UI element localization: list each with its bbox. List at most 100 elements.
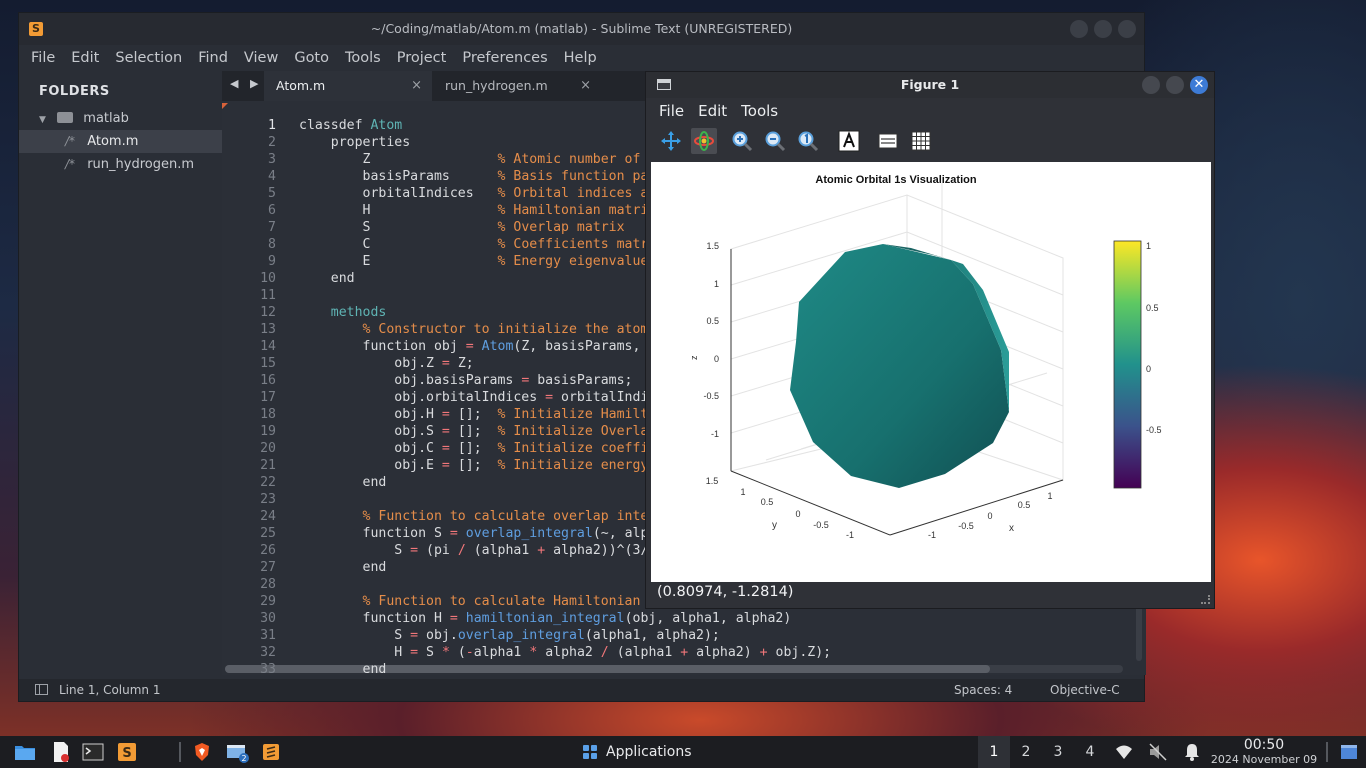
code-text[interactable]: classdef Atom: [299, 117, 402, 134]
code-text[interactable]: obj.C = []; % Initialize coeffici: [299, 440, 664, 457]
menu-edit[interactable]: Edit: [63, 50, 107, 66]
code-text[interactable]: obj.E = []; % Initialize energy e: [299, 457, 664, 474]
code-text[interactable]: % Function to calculate Hamiltonian in: [299, 593, 665, 610]
code-text[interactable]: function obj = Atom(Z, basisParams, or: [299, 338, 665, 355]
file-manager-icon[interactable]: [12, 741, 38, 763]
window-titlebar[interactable]: S ~/Coding/matlab/Atom.m (matlab) - Subl…: [19, 13, 1144, 45]
zoom-reset-icon[interactable]: [795, 128, 821, 154]
menu-preferences[interactable]: Preferences: [454, 50, 555, 66]
figure-titlebar[interactable]: Figure 1 ✕: [646, 72, 1214, 98]
plot-canvas[interactable]: Atomic Orbital 1s Visualization 1.5 1 0.…: [651, 162, 1211, 582]
minimize-button[interactable]: [1142, 76, 1160, 94]
code-text[interactable]: S = (pi / (alpha1 + alpha2))^(3/2): [299, 542, 664, 559]
code-text[interactable]: end: [299, 661, 387, 675]
code-text[interactable]: % Constructor to initialize the atom w: [299, 321, 665, 338]
menu-file[interactable]: File: [23, 50, 63, 66]
code-text[interactable]: C % Coefficients matrix: [299, 236, 665, 253]
terminal-icon[interactable]: [80, 741, 106, 763]
files-window-icon[interactable]: 2: [224, 741, 252, 763]
text-editor-icon[interactable]: [48, 741, 74, 763]
code-text[interactable]: Z % Atomic number of th: [299, 151, 665, 168]
code-text[interactable]: obj.orbitalIndices = orbitalIndice: [299, 389, 664, 406]
menu-goto[interactable]: Goto: [286, 50, 337, 66]
menu-project[interactable]: Project: [389, 50, 455, 66]
volume-muted-icon[interactable]: [1147, 741, 1169, 763]
tab-navigation-arrows[interactable]: ◀ ▶: [230, 77, 262, 90]
code-text[interactable]: properties: [299, 134, 410, 151]
figure-menu-tools[interactable]: Tools: [734, 102, 785, 120]
resize-grip[interactable]: [1201, 595, 1210, 604]
sublime-taskbar-icon[interactable]: S: [115, 741, 139, 763]
code-text[interactable]: basisParams % Basis function para: [299, 168, 665, 185]
tab-close-icon[interactable]: ×: [580, 71, 591, 101]
code-line[interactable]: 30 function H = hamiltonian_integral(obj…: [222, 610, 1122, 627]
code-line[interactable]: 33 end: [222, 661, 1122, 675]
code-text[interactable]: end: [299, 270, 355, 287]
minimize-button[interactable]: [1070, 20, 1088, 38]
line-number: 11: [260, 288, 276, 303]
code-text[interactable]: function S = overlap_integral(~, alpha: [299, 525, 665, 542]
clock[interactable]: 00:50 2024 November 09: [1208, 737, 1320, 767]
code-text[interactable]: obj.S = []; % Initialize Overlap: [299, 423, 656, 440]
folder-matlab[interactable]: ▼ matlab: [19, 107, 222, 130]
zoom-out-icon[interactable]: [762, 128, 788, 154]
menu-selection[interactable]: Selection: [107, 50, 190, 66]
svg-text:1: 1: [1047, 491, 1052, 501]
colorbar-ticks: 1 0.5 0 -0.5: [1146, 241, 1162, 435]
toggle-sidebar-icon[interactable]: [35, 684, 48, 695]
workspace-1[interactable]: 1: [978, 736, 1010, 768]
code-text[interactable]: end: [299, 474, 387, 491]
text-icon[interactable]: [836, 128, 862, 154]
code-text[interactable]: obj.basisParams = basisParams;: [299, 372, 632, 389]
brave-browser-icon[interactable]: [190, 741, 214, 763]
code-text[interactable]: function H = hamiltonian_integral(obj, a…: [299, 610, 792, 627]
notifications-bell-icon[interactable]: [1181, 741, 1203, 763]
code-text[interactable]: methods: [299, 304, 387, 321]
indentation-setting[interactable]: Spaces: 4: [954, 679, 1012, 701]
code-text[interactable]: end: [299, 559, 387, 576]
code-line[interactable]: 32 H = S * (-alpha1 * alpha2 / (alpha1 +…: [222, 644, 1122, 661]
grid-icon[interactable]: [908, 128, 934, 154]
tab-atom[interactable]: Atom.m ×: [264, 71, 432, 101]
code-text[interactable]: obj.H = []; % Initialize Hamilton: [299, 406, 664, 423]
maximize-button[interactable]: [1094, 20, 1112, 38]
zoom-in-icon[interactable]: [729, 128, 755, 154]
code-text[interactable]: H % Hamiltonian matrix: [299, 202, 657, 219]
colorbar-icon[interactable]: [875, 128, 901, 154]
menu-view[interactable]: View: [236, 50, 286, 66]
workspace-3[interactable]: 3: [1042, 736, 1074, 768]
code-text[interactable]: obj.Z = Z;: [299, 355, 473, 372]
colorbar[interactable]: [1113, 240, 1142, 489]
workspace-4[interactable]: 4: [1074, 736, 1106, 768]
close-button[interactable]: ✕: [1190, 76, 1208, 94]
tab-run-hydrogen[interactable]: run_hydrogen.m ×: [433, 71, 601, 101]
svg-text:0: 0: [795, 509, 800, 519]
line-number: 24: [260, 509, 276, 524]
sidebar-file-run-hydrogen[interactable]: /* run_hydrogen.m: [19, 153, 222, 176]
wifi-icon[interactable]: [1113, 741, 1135, 763]
code-text[interactable]: orbitalIndices % Orbital indices and: [299, 185, 665, 202]
code-text[interactable]: E % Energy eigenvalues: [299, 253, 657, 270]
close-button[interactable]: [1118, 20, 1136, 38]
tab-close-icon[interactable]: ×: [411, 71, 422, 101]
maximize-button[interactable]: [1166, 76, 1184, 94]
code-line[interactable]: 31 S = obj.overlap_integral(alpha1, alph…: [222, 627, 1122, 644]
menu-help[interactable]: Help: [556, 50, 605, 66]
show-desktop-icon[interactable]: [1338, 741, 1360, 763]
applications-menu-button[interactable]: Applications: [582, 740, 692, 764]
figure-menu-file[interactable]: File: [652, 102, 691, 120]
code-text[interactable]: S % Overlap matrix: [299, 219, 625, 236]
svg-text:1: 1: [1146, 241, 1151, 251]
pan-icon[interactable]: [658, 128, 684, 154]
workspace-2[interactable]: 2: [1010, 736, 1042, 768]
code-text[interactable]: % Function to calculate overlap integr: [299, 508, 665, 525]
code-text[interactable]: S = obj.overlap_integral(alpha1, alpha2)…: [299, 627, 720, 644]
menu-find[interactable]: Find: [190, 50, 236, 66]
menu-tools[interactable]: Tools: [337, 50, 389, 66]
sidebar-file-atom[interactable]: /* Atom.m: [19, 130, 222, 153]
code-text[interactable]: H = S * (-alpha1 * alpha2 / (alpha1 + al…: [299, 644, 831, 661]
sublime-window-icon[interactable]: [260, 741, 282, 763]
figure-menu-edit[interactable]: Edit: [691, 102, 734, 120]
syntax-setting[interactable]: Objective-C: [1050, 679, 1120, 701]
rotate-icon[interactable]: [691, 128, 717, 154]
